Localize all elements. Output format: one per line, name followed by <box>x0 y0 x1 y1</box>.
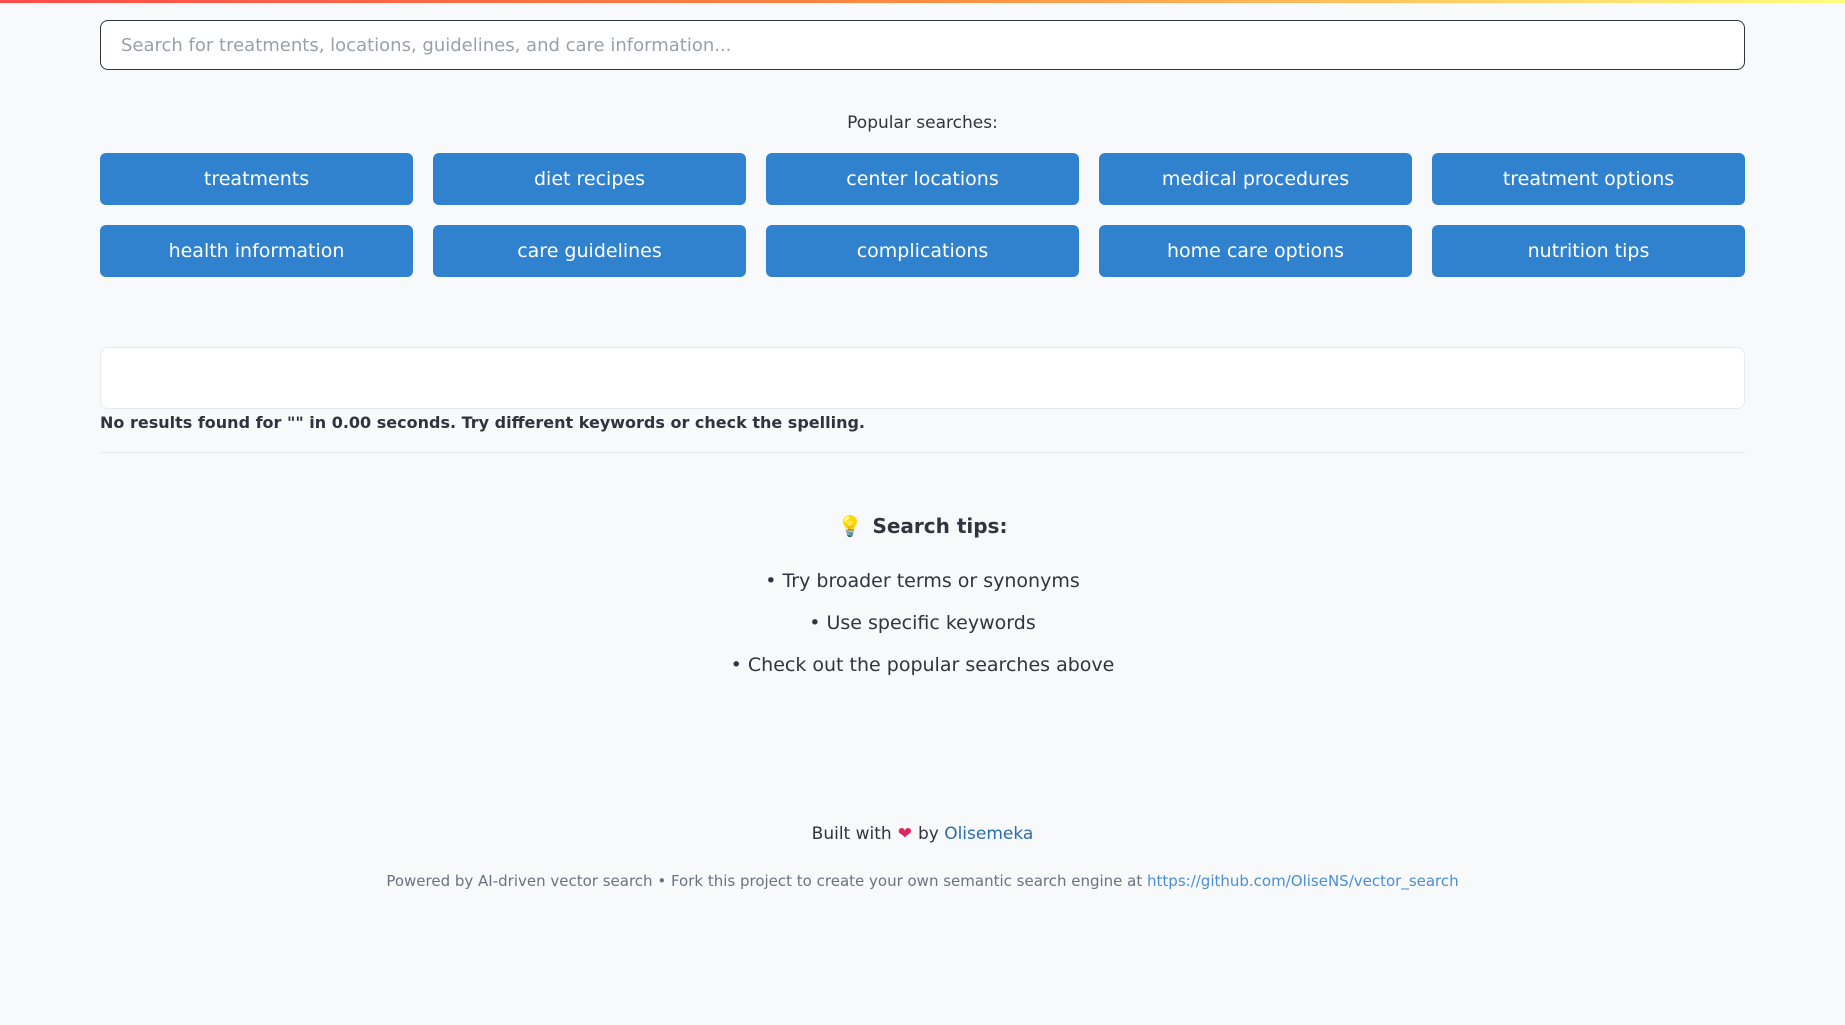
search-tips-heading: 💡 Search tips: <box>0 514 1845 538</box>
built-with-text: Built with <box>811 824 892 844</box>
search-tip-item: • Try broader terms or synonyms <box>765 570 1080 592</box>
by-text: by <box>917 824 939 844</box>
heart-icon: ❤ <box>897 824 912 844</box>
section-divider <box>100 452 1745 453</box>
popular-search-center-locations[interactable]: center locations <box>766 153 1079 205</box>
popular-search-complications[interactable]: complications <box>766 225 1079 277</box>
lightbulb-icon: 💡 <box>837 514 863 538</box>
footer-powered-by: Powered by AI-driven vector search • For… <box>0 872 1845 890</box>
popular-search-treatments[interactable]: treatments <box>100 153 413 205</box>
search-input[interactable] <box>100 20 1745 70</box>
top-accent-bar <box>0 0 1845 3</box>
popular-search-diet-recipes[interactable]: diet recipes <box>433 153 746 205</box>
author-link[interactable]: Olisemeka <box>944 824 1033 844</box>
results-container <box>100 347 1745 409</box>
no-results-message: No results found for "" in 0.00 seconds.… <box>100 413 865 432</box>
search-tip-item: • Use specific keywords <box>809 612 1036 634</box>
popular-search-care-guidelines[interactable]: care guidelines <box>433 225 746 277</box>
powered-by-text: Powered by AI-driven vector search • For… <box>386 872 1143 890</box>
search-tips-title: Search tips: <box>872 514 1008 538</box>
popular-search-home-care-options[interactable]: home care options <box>1099 225 1412 277</box>
popular-search-health-information[interactable]: health information <box>100 225 413 277</box>
search-tip-item: • Check out the popular searches above <box>730 654 1115 676</box>
popular-searches-grid: treatments diet recipes center locations… <box>100 153 1745 277</box>
popular-search-treatment-options[interactable]: treatment options <box>1432 153 1745 205</box>
popular-search-medical-procedures[interactable]: medical procedures <box>1099 153 1412 205</box>
footer-built-with: Built with ❤ by Olisemeka <box>0 824 1845 844</box>
popular-searches-label: Popular searches: <box>847 113 998 133</box>
popular-search-nutrition-tips[interactable]: nutrition tips <box>1432 225 1745 277</box>
repo-link[interactable]: https://github.com/OliseNS/vector_search <box>1147 872 1459 890</box>
